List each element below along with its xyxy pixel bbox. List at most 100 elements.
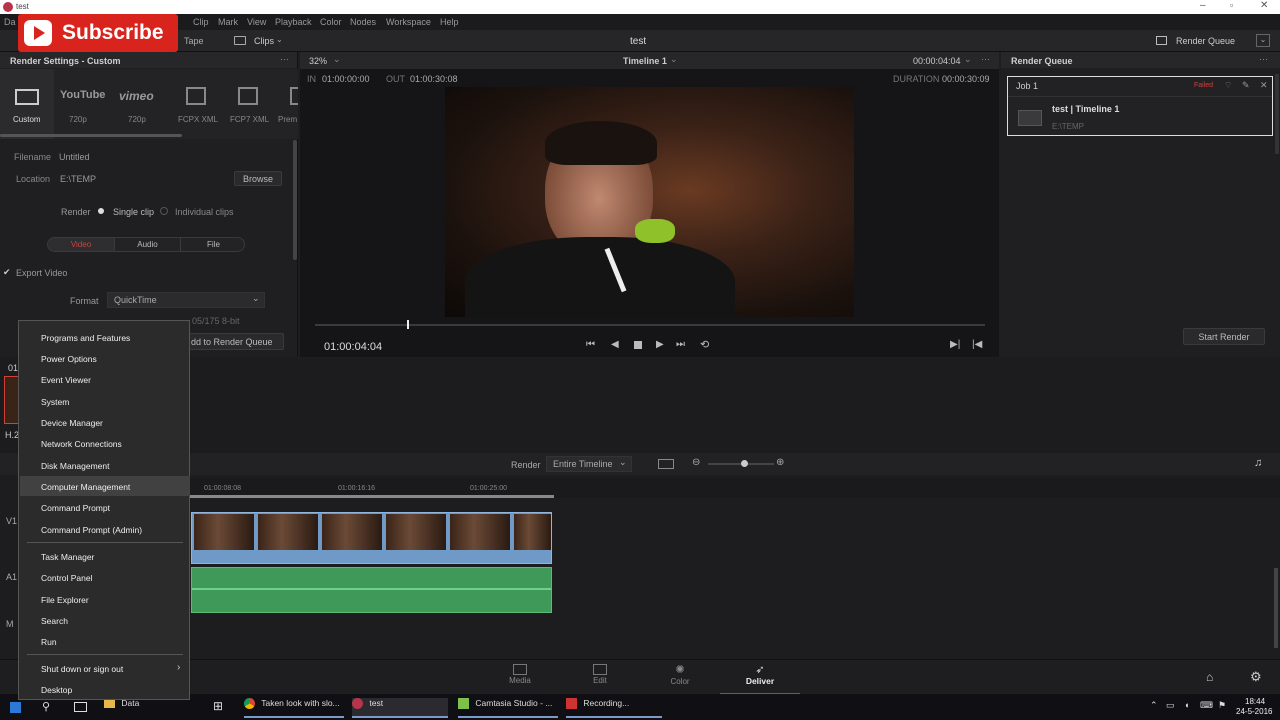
flag-icon[interactable]: ⚑ [1218, 700, 1226, 711]
volume-icon[interactable]: ◖ [1184, 700, 1189, 710]
panel-options-icon[interactable]: ⋯ [280, 54, 289, 65]
edit-icon[interactable]: ✎ [1242, 80, 1250, 91]
menu-item-workspace[interactable]: Workspace [386, 17, 431, 27]
start-render-button[interactable]: Start Render [1183, 328, 1265, 345]
menu-item-playback[interactable]: Playback [275, 17, 312, 27]
zoom-level[interactable]: 32% [309, 56, 327, 66]
store-icon[interactable]: ⊞ [213, 699, 223, 713]
rq-scrollbar[interactable] [1275, 74, 1279, 154]
render-job-card[interactable]: Job 1 Failed ⌔ ✎ ✕ test | Timeline 1 E:\… [1007, 76, 1273, 136]
gear-icon[interactable]: ⚙ [1250, 669, 1262, 685]
video-clip[interactable] [191, 512, 552, 564]
taskbar-item-chrome[interactable]: Taken look with slo... [244, 698, 344, 718]
menu-item-search[interactable]: Search [41, 616, 68, 626]
single-clip-radio[interactable] [98, 208, 104, 214]
tray-chevron-icon[interactable]: ⌃ [1150, 700, 1158, 711]
preset-fcpx[interactable]: FCPX XML [172, 69, 222, 139]
clock-time[interactable]: 18:44 [1245, 697, 1265, 706]
menu-item-davinci[interactable]: Da [4, 17, 16, 27]
menu-item-file-explorer[interactable]: File Explorer [41, 595, 89, 605]
loop-icon[interactable]: ⟲ [700, 338, 709, 351]
render-queue-toggle[interactable]: Render Queue [1176, 36, 1235, 46]
tab-file[interactable]: File [180, 238, 246, 251]
menu-item-color[interactable]: Color [320, 17, 342, 27]
preset-youtube[interactable]: YouTube 720p [56, 69, 110, 139]
menu-item-network-connections[interactable]: Network Connections [41, 439, 122, 449]
preset-custom[interactable]: Custom [0, 69, 54, 139]
menu-item-command-prompt[interactable]: Command Prompt [41, 503, 110, 513]
taskbar-item-recording[interactable]: Recording... [566, 698, 662, 718]
menu-item-command-prompt-admin[interactable]: Command Prompt (Admin) [41, 525, 142, 535]
play-icon[interactable]: ▶ [656, 339, 664, 350]
menu-item-control-panel[interactable]: Control Panel [41, 573, 93, 583]
timeline-view-icon[interactable] [658, 459, 674, 469]
jump-start-icon[interactable]: ⏮ [586, 339, 595, 350]
zoom-out-icon[interactable]: ⊖ [692, 457, 700, 468]
taskbar-item-data[interactable]: Data [104, 698, 199, 718]
timeline-scrollbar[interactable] [1274, 568, 1278, 648]
add-to-render-queue-button[interactable]: dd to Render Queue [186, 333, 284, 350]
menu-item-system[interactable]: System [41, 397, 69, 407]
menu-item-power-options[interactable]: Power Options [41, 354, 97, 364]
next-marker-icon[interactable]: ▶| [950, 339, 960, 350]
search-icon[interactable]: ⚲ [42, 700, 50, 713]
home-icon[interactable]: ⌂ [1206, 670, 1213, 684]
menu-item-task-manager[interactable]: Task Manager [41, 552, 94, 562]
minimize-button[interactable]: – [1200, 0, 1206, 11]
viewer-options-icon[interactable]: ⋯ [981, 54, 990, 65]
browse-button[interactable]: Browse [234, 171, 282, 186]
step-back-icon[interactable]: ◀ [611, 339, 619, 350]
menu-item-view[interactable]: View [247, 17, 266, 27]
taskbar-item-resolve[interactable]: test [352, 698, 448, 718]
format-select[interactable]: QuickTime ⌄ [107, 292, 265, 308]
network-icon[interactable]: ▭ [1166, 700, 1175, 711]
stop-icon[interactable] [634, 341, 642, 349]
menu-item-help[interactable]: Help [440, 17, 459, 27]
menu-item-device-manager[interactable]: Device Manager [41, 418, 103, 428]
prev-marker-icon[interactable]: |◀ [972, 339, 982, 350]
jump-end-icon[interactable]: ⏭ [676, 339, 685, 350]
timeline-name[interactable]: Timeline 1 [623, 56, 667, 66]
menu-item-run[interactable]: Run [41, 637, 57, 647]
preset-scrollbar[interactable] [0, 134, 182, 137]
clips-button[interactable]: Clips [254, 36, 274, 46]
menu-item-disk-management[interactable]: Disk Management [41, 461, 110, 471]
preset-vimeo[interactable]: vimeo 720p [113, 69, 167, 139]
filename-input[interactable]: Untitled [59, 152, 90, 162]
close-icon[interactable]: ✕ [1260, 80, 1268, 91]
page-media[interactable]: Media [495, 664, 545, 692]
tab-video[interactable]: Video [48, 238, 114, 251]
export-video-checkbox[interactable]: ✔ [3, 267, 11, 278]
location-input[interactable]: E:\TEMP [60, 174, 96, 184]
clock-date[interactable]: 24-5-2016 [1236, 707, 1272, 716]
page-deliver[interactable]: ➶ Deliver [720, 664, 800, 695]
menu-item-clip[interactable]: Clip [193, 17, 209, 27]
panel-scrollbar[interactable] [293, 140, 297, 260]
close-button[interactable]: ✕ [1260, 0, 1268, 11]
zoom-in-icon[interactable]: ⊕ [776, 457, 784, 468]
start-icon[interactable] [10, 702, 21, 713]
task-view-icon[interactable] [74, 702, 87, 712]
page-color[interactable]: ✺ Color [655, 664, 705, 692]
scrubber-track[interactable] [315, 324, 985, 326]
render-queue-options-icon[interactable]: ⋯ [1259, 54, 1268, 65]
tab-audio[interactable]: Audio [114, 238, 180, 251]
preset-fcp7[interactable]: FCP7 XML [224, 69, 274, 139]
individual-clips-radio[interactable] [160, 207, 168, 215]
subscribe-overlay[interactable]: Subscribe [18, 14, 178, 52]
tape-button[interactable]: Tape [184, 36, 204, 46]
menu-item-computer-management[interactable]: Computer Management [41, 482, 130, 492]
language-icon[interactable]: ⌨ [1200, 700, 1213, 711]
maximize-button[interactable]: ▫ [1230, 0, 1233, 10]
scrubber-playhead[interactable] [407, 320, 409, 329]
panel-collapse-button[interactable]: ⌄ [1256, 34, 1270, 47]
menu-item-event-viewer[interactable]: Event Viewer [41, 375, 91, 385]
menu-item-mark[interactable]: Mark [218, 17, 238, 27]
audio-clip[interactable] [191, 567, 552, 613]
menu-item-nodes[interactable]: Nodes [350, 17, 376, 27]
timeline-ruler[interactable]: 01:00:08:08 01:00:16:16 01:00:25:00 [190, 478, 1280, 498]
taskbar-item-camtasia[interactable]: Camtasia Studio - ... [458, 698, 558, 718]
zoom-slider-handle[interactable] [741, 460, 748, 467]
preset-premiere[interactable]: Prem [276, 69, 298, 139]
menu-item-desktop[interactable]: Desktop [41, 685, 72, 695]
